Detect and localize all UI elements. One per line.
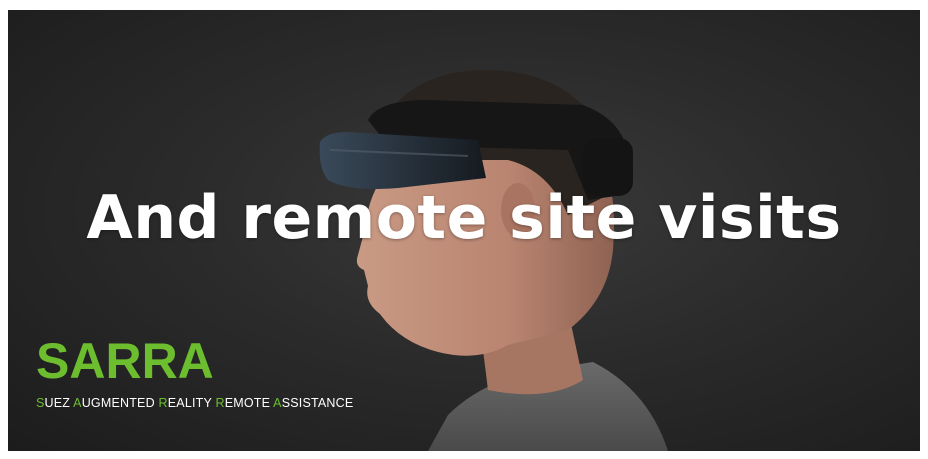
tagline-word: ASSISTANCE — [273, 396, 354, 410]
tagline-word: SUEZ — [36, 396, 71, 410]
tagline-word: AUGMENTED — [73, 396, 155, 410]
headline-text: And remote site visits — [86, 183, 842, 253]
sarra-logo-tagline: SUEZ AUGMENTED REALITY REMOTE ASSISTANCE — [36, 396, 353, 410]
tagline-word: REALITY — [158, 396, 212, 410]
sarra-logo-title: SARRA — [36, 333, 214, 389]
tagline-word: REMOTE — [215, 396, 271, 410]
slide-image: And remote site visits SARRA SUEZ AUGMEN… — [8, 10, 920, 451]
